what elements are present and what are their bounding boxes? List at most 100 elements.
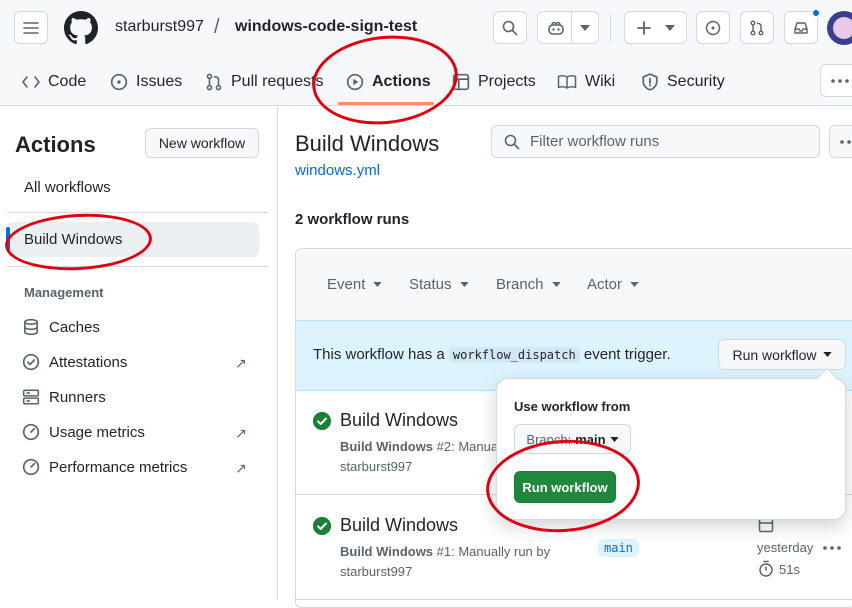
meter-icon <box>22 423 40 441</box>
page-title: Build Windows <box>295 131 440 156</box>
run-title[interactable]: Build Windows <box>340 410 458 431</box>
run-detail: #1: Manually run by <box>436 544 551 559</box>
book-icon <box>557 75 577 89</box>
sidebar-item-all-workflows[interactable]: All workflows <box>24 179 111 196</box>
annotation-circle <box>3 210 154 274</box>
filter-status[interactable]: Status <box>409 276 469 293</box>
search-button[interactable] <box>493 11 527 44</box>
issue-icon <box>705 20 721 35</box>
inbox-icon <box>794 21 808 34</box>
triangle-down-icon <box>609 436 619 442</box>
run-workflow-name: Build Windows <box>340 544 434 559</box>
tab-projects[interactable]: Projects <box>452 70 536 94</box>
new-workflow-button[interactable]: New workflow <box>145 128 259 158</box>
repo-name-link[interactable]: windows-code-sign-test <box>235 18 417 36</box>
banner-suffix: event trigger. <box>583 346 671 363</box>
filter-label: Actor <box>587 276 623 293</box>
external-link-icon: ↗ <box>235 355 247 371</box>
filter-label: Status <box>409 276 452 293</box>
external-link-icon: ↗ <box>235 425 247 441</box>
menu-button[interactable] <box>14 11 48 44</box>
sidebar-item-performance-metrics[interactable]: Performance metrics <box>22 458 187 476</box>
split-divider <box>571 12 572 43</box>
issue-icon <box>110 73 128 91</box>
verified-icon <box>22 353 40 371</box>
workflow-file-link[interactable]: windows.yml <box>295 162 380 179</box>
triangle-down-icon <box>373 282 383 287</box>
sidebar-item-attestations[interactable]: Attestations <box>22 353 127 371</box>
filter-label: Event <box>327 276 366 293</box>
tab-code[interactable]: Code <box>22 70 86 94</box>
run-workflow-dropdown-button[interactable]: Run workflow <box>718 339 846 370</box>
path-separator: / <box>214 16 220 38</box>
more-tabs-button[interactable] <box>820 64 852 97</box>
sidebar-item-label: Runners <box>49 388 106 406</box>
avatar-face <box>833 17 852 39</box>
run-description: Build Windows #1: Manually run by starbu… <box>340 542 550 582</box>
kebab-horizontal-icon <box>840 139 851 144</box>
tab-label: Code <box>48 73 87 90</box>
copilot-button[interactable] <box>537 11 599 44</box>
repo-owner-link[interactable]: starburst997 <box>115 18 204 36</box>
plus-icon <box>636 20 651 35</box>
header-divider <box>610 14 611 42</box>
run-duration: 51s <box>779 562 800 577</box>
code-icon <box>22 76 40 88</box>
search-icon <box>504 134 520 149</box>
hamburger-icon <box>23 21 39 34</box>
tab-label: Pull requests <box>231 73 324 90</box>
filter-placeholder: Filter workflow runs <box>530 133 660 150</box>
filter-label: Branch <box>496 276 544 293</box>
run-title[interactable]: Build Windows <box>340 515 458 536</box>
pull-request-icon <box>750 20 764 35</box>
stopwatch-icon <box>759 560 773 577</box>
filter-actor[interactable]: Actor <box>587 276 639 293</box>
use-workflow-from-label: Use workflow from <box>514 399 631 414</box>
pull-requests-button[interactable] <box>740 11 774 44</box>
sidebar-item-label: Caches <box>49 318 100 336</box>
sidebar-item-label: Attestations <box>49 353 128 371</box>
run-actor: starburst997 <box>340 564 413 579</box>
meter-icon <box>22 458 40 476</box>
filter-event[interactable]: Event <box>327 276 383 293</box>
triangle-down-icon <box>551 282 561 287</box>
filter-workflow-runs-input[interactable]: Filter workflow runs <box>491 125 820 158</box>
run-actor: starburst997 <box>340 459 413 474</box>
tab-pull-requests[interactable]: Pull requests <box>205 70 324 94</box>
filter-branch[interactable]: Branch <box>496 276 561 293</box>
run-detail: #2: Manual <box>436 439 501 454</box>
sidebar-item-runners[interactable]: Runners <box>22 388 106 406</box>
run-description: Build Windows #2: Manual starburst997 <box>340 437 501 477</box>
create-new-button[interactable] <box>624 11 687 44</box>
tab-issues[interactable]: Issues <box>110 70 182 94</box>
tab-label: Projects <box>478 73 536 90</box>
tab-security[interactable]: Security <box>641 70 725 94</box>
filter-bar: Event Status Branch Actor <box>296 249 852 320</box>
management-heading: Management <box>24 285 104 300</box>
kebab-horizontal-icon <box>831 78 849 83</box>
server-icon <box>22 389 40 405</box>
check-circle-icon <box>313 517 331 535</box>
notification-dot <box>811 8 821 18</box>
database-icon <box>24 318 38 336</box>
sidebar-item-label: Performance metrics <box>49 458 188 476</box>
run-date: yesterday <box>757 540 814 555</box>
banner-code: workflow_dispatch <box>448 347 580 363</box>
issues-button[interactable] <box>696 11 730 44</box>
new-workflow-label: New workflow <box>158 135 246 151</box>
workflow-run-count: 2 workflow runs <box>295 211 410 228</box>
triangle-down-icon <box>630 282 639 287</box>
branch-badge[interactable]: main <box>598 539 639 557</box>
sidebar-item-caches[interactable]: Caches <box>22 318 100 336</box>
tab-wiki[interactable]: Wiki <box>557 70 615 94</box>
pull-request-icon <box>206 73 222 91</box>
triangle-down-icon <box>459 282 469 287</box>
triangle-down-icon <box>822 352 832 357</box>
workflow-menu-button[interactable] <box>829 125 852 158</box>
sidebar-item-usage-metrics[interactable]: Usage metrics <box>22 423 145 441</box>
copilot-icon <box>548 21 564 35</box>
tab-label: Security <box>667 73 725 90</box>
sidebar-title: Actions <box>15 132 96 157</box>
kebab-horizontal-icon[interactable] <box>823 546 841 550</box>
github-logo-icon[interactable] <box>64 11 98 45</box>
